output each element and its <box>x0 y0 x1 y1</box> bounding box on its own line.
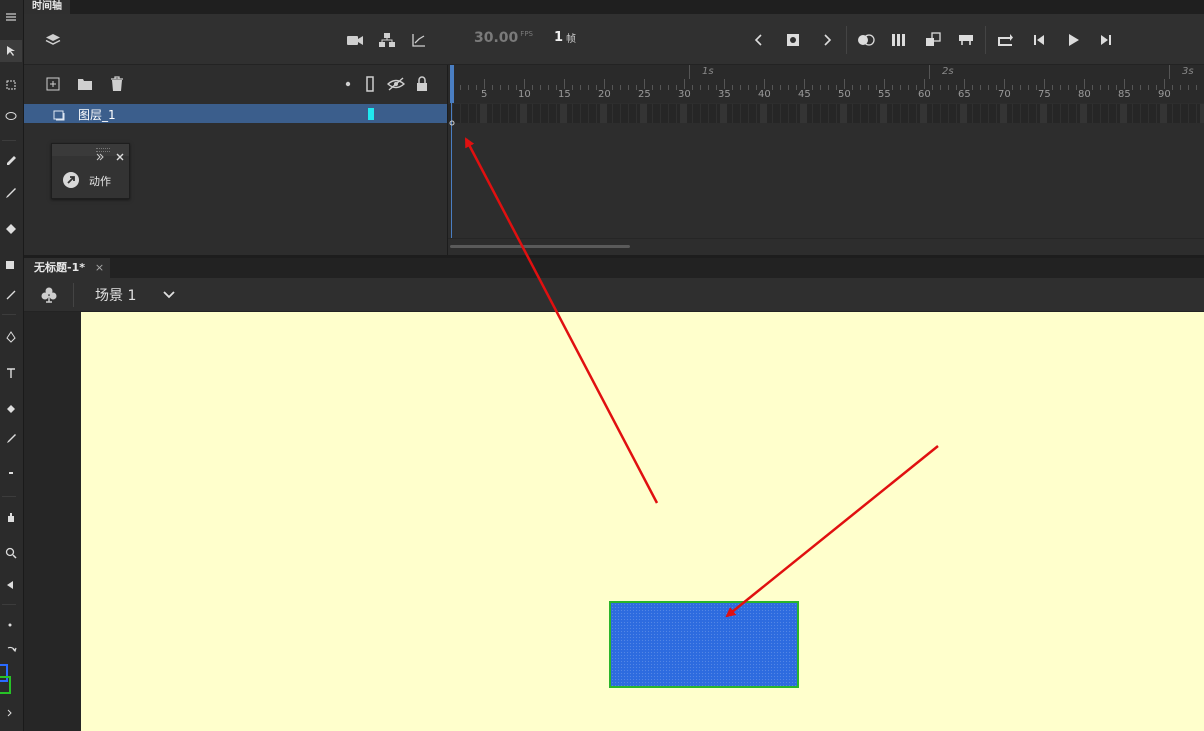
annotation-arrows <box>464 137 939 618</box>
arrow-to-playhead <box>464 137 659 504</box>
arrow-to-rectangle <box>725 445 939 618</box>
